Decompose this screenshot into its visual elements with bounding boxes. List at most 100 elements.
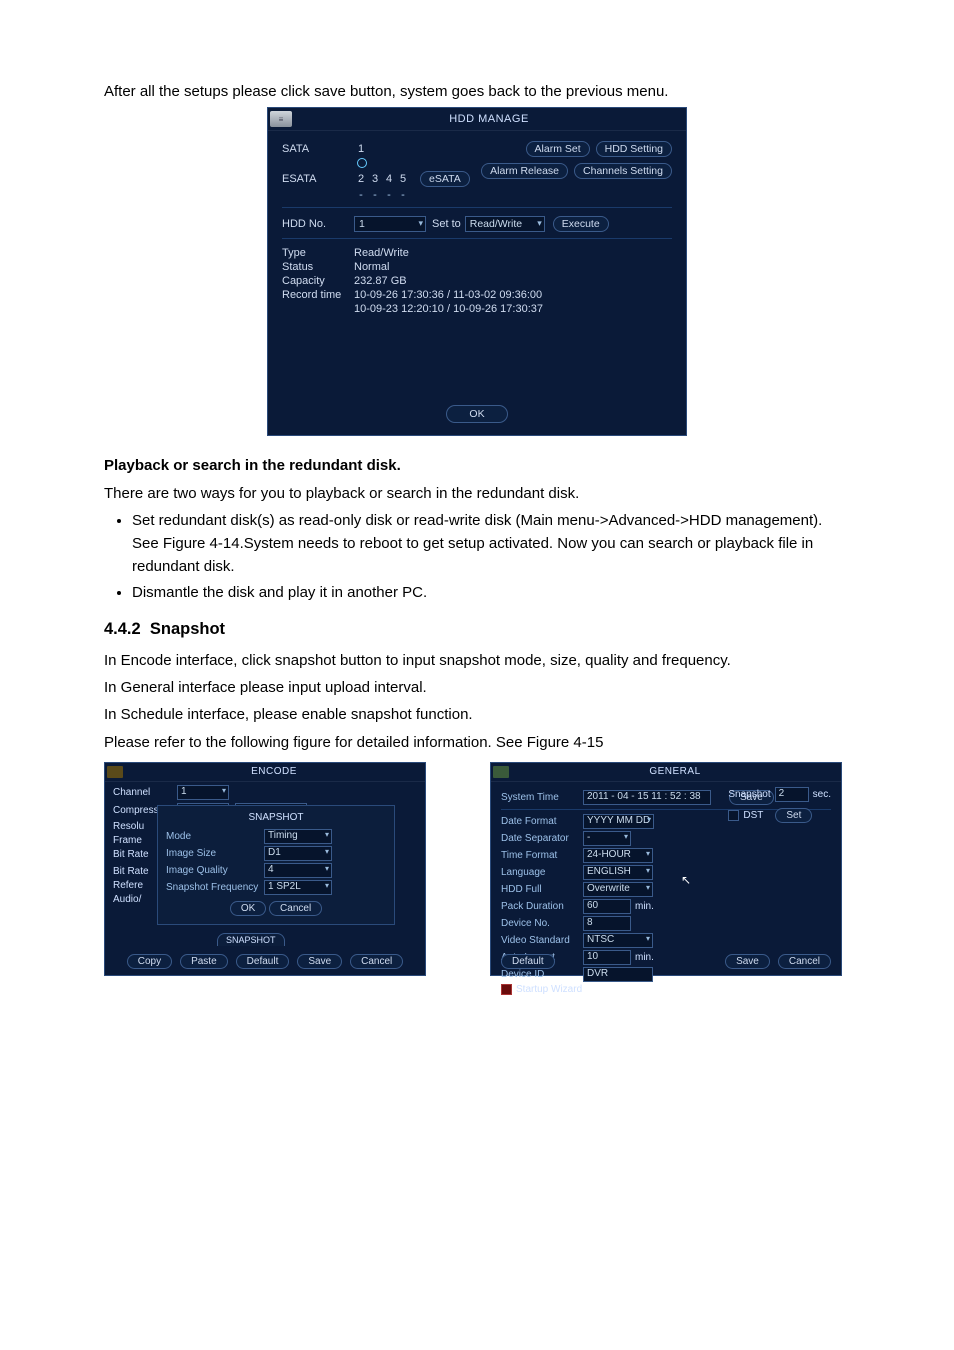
bullet-2: Dismantle the disk and play it in anothe… (132, 581, 850, 604)
snapshot-frequency-select[interactable]: 1 SP2L (264, 880, 332, 895)
checkbox-icon (501, 984, 512, 995)
window-drag-icon[interactable]: ≡ (270, 111, 292, 127)
type-value: Read/Write (354, 247, 409, 259)
general-save-button[interactable]: Save (725, 954, 770, 969)
language-select[interactable]: ENGLISH (583, 865, 653, 880)
snapshot-ok-button[interactable]: OK (230, 901, 266, 916)
startup-wizard-label: Startup Wizard (516, 984, 582, 995)
hdd-no-label: HDD No. (282, 218, 354, 230)
snapshot-unit: sec. (813, 789, 831, 800)
copy-button[interactable]: Copy (127, 954, 172, 969)
intro-text: After all the setups please click save b… (104, 80, 850, 103)
snapshot-frequency-label: Snapshot Frequency (166, 882, 260, 893)
status-label: Status (282, 261, 354, 273)
playback-header: Playback or search in the redundant disk… (104, 454, 850, 477)
snapshot-popup-title: SNAPSHOT (166, 812, 386, 823)
status-value: Normal (354, 261, 389, 273)
hdd-no-select[interactable]: 1 (354, 216, 426, 232)
esata-label: ESATA (282, 173, 354, 185)
save-button[interactable]: Save (297, 954, 342, 969)
image-size-label: Image Size (166, 848, 260, 859)
date-separator-select[interactable]: - (583, 831, 631, 846)
sata-status-icons (354, 157, 370, 169)
image-quality-select[interactable]: 4 (264, 863, 332, 878)
hdd-titlebar: ≡ HDD MANAGE (268, 108, 686, 131)
alarm-set-button[interactable]: Alarm Set (526, 141, 590, 157)
set-to-select[interactable]: Read/Write (465, 216, 545, 232)
system-time-input[interactable]: 2011 - 04 - 15 11 : 52 : 38 (583, 790, 711, 805)
encode-window-title: ENCODE (123, 766, 425, 777)
device-no-input[interactable]: 8 (583, 916, 631, 931)
section-header: 4.4.2 Snapshot (104, 620, 850, 639)
paste-button[interactable]: Paste (180, 954, 228, 969)
record-time-label: Record time (282, 289, 354, 301)
snapshot-cancel-button[interactable]: Cancel (269, 901, 322, 916)
default-button[interactable]: Default (236, 954, 290, 969)
snap-p2: In General interface please input upload… (104, 676, 850, 699)
esata-status-icons: ---- (354, 189, 410, 201)
sata-label: SATA (282, 143, 354, 155)
device-id-input[interactable]: DVR (583, 967, 653, 982)
time-format-label: Time Format (501, 850, 579, 861)
general-window-icon (493, 766, 509, 778)
time-format-select[interactable]: 24-HOUR (583, 848, 653, 863)
encode-window: ENCODE Channel 1 Compression H 264 Extra… (104, 762, 426, 976)
pack-duration-input[interactable]: 60 (583, 899, 631, 914)
execute-button[interactable]: Execute (553, 216, 609, 232)
general-cancel-button[interactable]: Cancel (778, 954, 831, 969)
date-separator-label: Date Separator (501, 833, 579, 844)
hdd-window-title: HDD MANAGE (292, 113, 686, 125)
checkbox-icon (728, 810, 739, 821)
capacity-value: 232.87 GB (354, 275, 407, 287)
capacity-label: Capacity (282, 275, 354, 287)
bullet-1: Set redundant disk(s) as read-only disk … (132, 509, 850, 579)
snapshot-tab[interactable]: SNAPSHOT (217, 933, 285, 946)
video-standard-select[interactable]: NTSC (583, 933, 653, 948)
device-id-label: Device ID (501, 969, 579, 980)
channel-select[interactable]: 1 (177, 785, 229, 800)
sata-numbers: 1 (354, 143, 368, 155)
system-time-label: System Time (501, 792, 579, 803)
ok-button[interactable]: OK (446, 405, 507, 423)
hdd-manage-window: ≡ HDD MANAGE Alarm Set HDD Setting Alarm… (267, 107, 687, 436)
record-time-2: 10-09-23 12:20:10 / 10-09-26 17:30:37 (354, 303, 543, 315)
pack-duration-label: Pack Duration (501, 901, 579, 912)
device-no-label: Device No. (501, 918, 579, 929)
snapshot-interval-input[interactable]: 2 (775, 787, 809, 802)
date-format-label: Date Format (501, 816, 579, 827)
snapshot-popup: SNAPSHOT Mode Timing Image Size D1 Image Q… (157, 805, 395, 925)
mode-select[interactable]: Timing (264, 829, 332, 844)
esata-numbers: 2345 (354, 173, 410, 185)
set-to-label: Set to (432, 218, 461, 230)
esata-button[interactable]: eSATA (420, 171, 470, 187)
mode-label: Mode (166, 831, 260, 842)
snap-p1: In Encode interface, click snapshot butt… (104, 649, 850, 672)
cursor-icon: ↖ (681, 873, 691, 887)
cancel-button[interactable]: Cancel (350, 954, 403, 969)
type-label: Type (282, 247, 354, 259)
snapshot-label: Snapshot (728, 789, 770, 800)
language-label: Language (501, 867, 579, 878)
channels-setting-button[interactable]: Channels Setting (574, 163, 672, 179)
general-default-button[interactable]: Default (501, 954, 555, 969)
dst-set-button[interactable]: Set (775, 808, 812, 823)
record-time-1: 10-09-26 17:30:36 / 11-03-02 09:36:00 (354, 289, 542, 301)
dst-label: DST (743, 810, 763, 821)
dst-checkbox[interactable]: DST Set (728, 808, 812, 823)
hdd-setting-button[interactable]: HDD Setting (596, 141, 672, 157)
image-quality-label: Image Quality (166, 865, 260, 876)
general-window-title: GENERAL (509, 766, 841, 777)
snap-p4: Please refer to the following figure for… (104, 731, 850, 754)
snap-p3: In Schedule interface, please enable sna… (104, 703, 850, 726)
date-format-select[interactable]: YYYY MM DD (583, 814, 654, 829)
image-size-select[interactable]: D1 (264, 846, 332, 861)
alarm-release-button[interactable]: Alarm Release (481, 163, 568, 179)
video-standard-label: Video Standard (501, 935, 579, 946)
encode-window-icon (107, 766, 123, 778)
pack-duration-unit: min. (635, 901, 654, 912)
startup-wizard-checkbox[interactable]: Startup Wizard (501, 984, 831, 995)
hdd-full-select[interactable]: Overwrite (583, 882, 653, 897)
general-window: GENERAL System Time 2011 - 04 - 15 11 : … (490, 762, 842, 976)
status-ok-icon (357, 158, 367, 168)
playback-intro: There are two ways for you to playback o… (104, 482, 850, 505)
